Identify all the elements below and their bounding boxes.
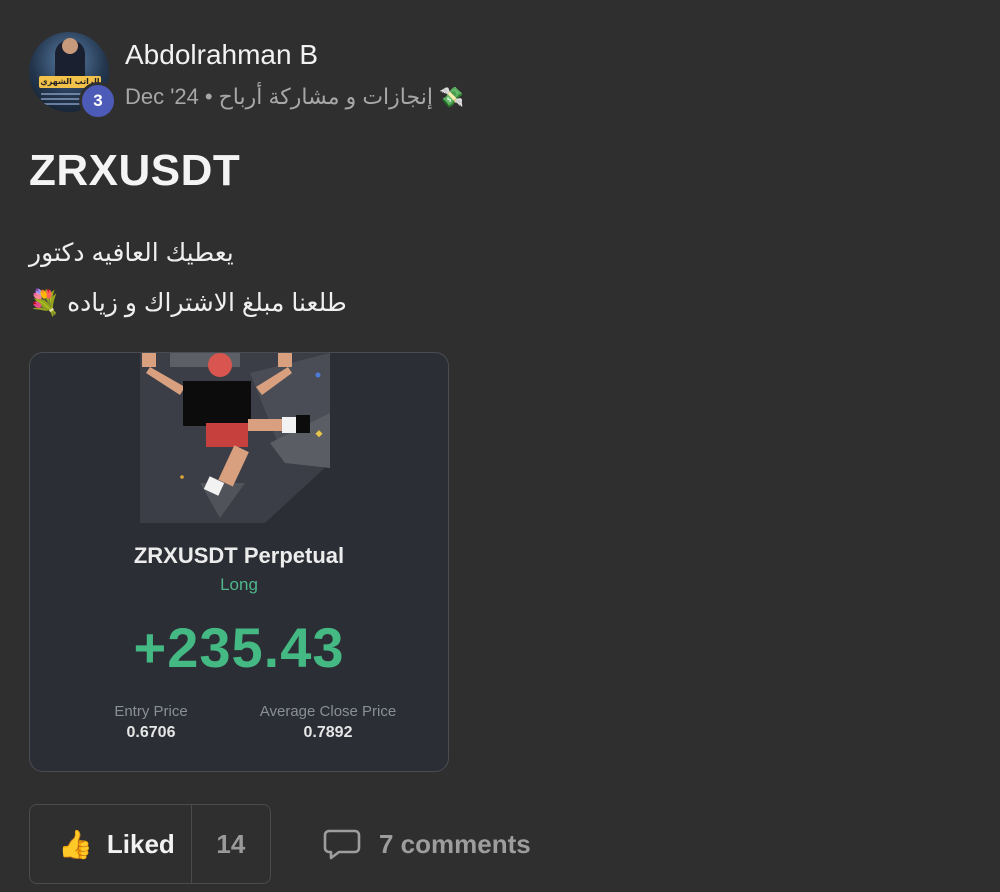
thumbs-up-icon: 👍 bbox=[58, 828, 93, 860]
post-body-line: يعطيك العافيه دكتور bbox=[29, 239, 234, 267]
like-button[interactable]: 👍 Liked bbox=[30, 805, 192, 883]
close-price-stat: Average Close Price 0.7892 bbox=[248, 703, 408, 742]
trade-share-card[interactable]: ZRXUSDT Perpetual Long +235.43 Entry Pri… bbox=[29, 352, 449, 772]
like-button-label: Liked bbox=[106, 828, 175, 859]
avatar-face-shape bbox=[62, 38, 78, 54]
post-title: ZRXUSDT bbox=[29, 146, 241, 195]
speech-bubble-icon bbox=[323, 829, 361, 860]
level-badge: 3 bbox=[79, 82, 117, 120]
money-wings-icon: 💸 bbox=[438, 86, 464, 109]
post-category[interactable]: إنجازات و مشاركة أرباح bbox=[219, 84, 433, 110]
close-price-value: 0.7892 bbox=[303, 724, 353, 741]
entry-price-stat: Entry Price 0.6706 bbox=[96, 703, 206, 742]
close-price-label: Average Close Price bbox=[259, 703, 397, 720]
like-control: 👍 Liked 14 bbox=[29, 804, 271, 884]
trade-side-label: Long bbox=[220, 575, 258, 594]
comments-label: 7 comments bbox=[379, 828, 531, 859]
post-actions: 👍 Liked 14 7 comments bbox=[29, 804, 729, 884]
post-date: Dec '24 bbox=[125, 84, 199, 109]
meta-separator: • bbox=[204, 84, 213, 109]
comments-button[interactable]: 7 comments bbox=[323, 804, 531, 884]
entry-price-value: 0.6706 bbox=[126, 724, 176, 741]
post-body-line: طلعنا مبلغ الاشتراك و زياده 💐 bbox=[29, 289, 347, 317]
trade-pair-label: ZRXUSDT Perpetual bbox=[133, 543, 345, 568]
like-count[interactable]: 14 bbox=[192, 829, 270, 860]
post-header: الراتب الشهري 3 Abdolrahman B Dec '24 • … bbox=[29, 32, 729, 120]
author-name[interactable]: Abdolrahman B bbox=[125, 39, 318, 71]
post-meta: Dec '24 • إنجازات و مشاركة أرباح 💸 bbox=[125, 84, 464, 110]
trade-pnl-value: +235.43 bbox=[133, 616, 345, 679]
entry-price-label: Entry Price bbox=[114, 703, 188, 720]
trade-card-illustration bbox=[140, 353, 330, 523]
post-body: يعطيك العافيه دكتور طلعنا مبلغ الاشتراك … bbox=[29, 228, 629, 328]
